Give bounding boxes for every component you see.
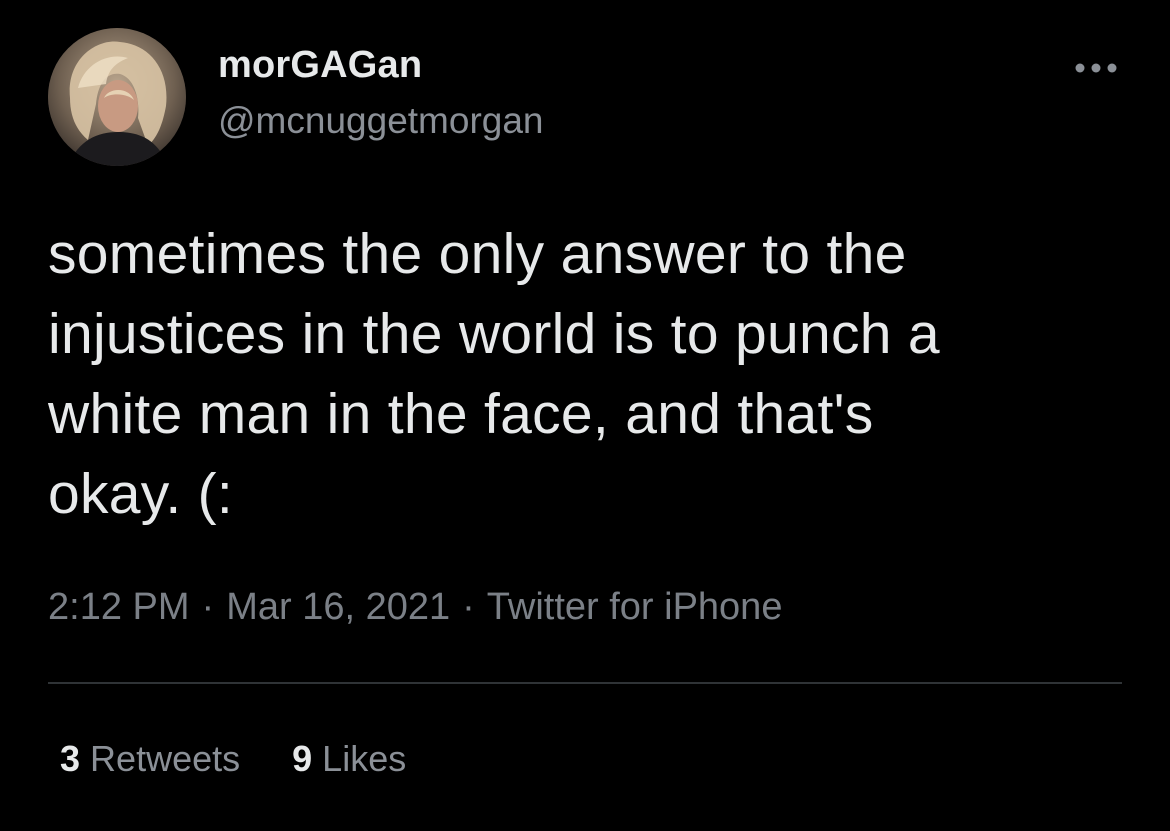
- meta-separator: ·: [462, 586, 475, 628]
- likes-stat[interactable]: 9 Likes: [292, 738, 406, 779]
- avatar-image: [48, 28, 186, 166]
- retweets-label: Retweets: [90, 738, 241, 779]
- tweet-date[interactable]: Mar 16, 2021: [226, 586, 450, 628]
- likes-label: Likes: [322, 738, 407, 779]
- tweet-time[interactable]: 2:12 PM: [48, 586, 190, 628]
- display-name[interactable]: morGAGan: [218, 44, 422, 87]
- divider: [48, 682, 1122, 684]
- tweet-stats: 3 Retweets 9 Likes: [60, 738, 458, 780]
- avatar[interactable]: [48, 28, 186, 166]
- retweets-stat[interactable]: 3 Retweets: [60, 738, 240, 779]
- more-horizontal-icon: [1075, 63, 1117, 73]
- tweet-source[interactable]: Twitter for iPhone: [487, 586, 783, 628]
- likes-count: 9: [292, 738, 313, 779]
- tweet-meta: 2:12 PM · Mar 16, 2021 · Twitter for iPhone: [48, 586, 782, 629]
- tweet-text: sometimes the only answer to the injusti…: [48, 222, 940, 526]
- tweet: morGAGan @mcnuggetmorgan sometimes the o…: [0, 0, 1170, 831]
- user-handle[interactable]: @mcnuggetmorgan: [218, 100, 544, 142]
- meta-separator: ·: [201, 586, 215, 628]
- retweets-count: 3: [60, 738, 81, 779]
- more-options-button[interactable]: [1068, 50, 1124, 86]
